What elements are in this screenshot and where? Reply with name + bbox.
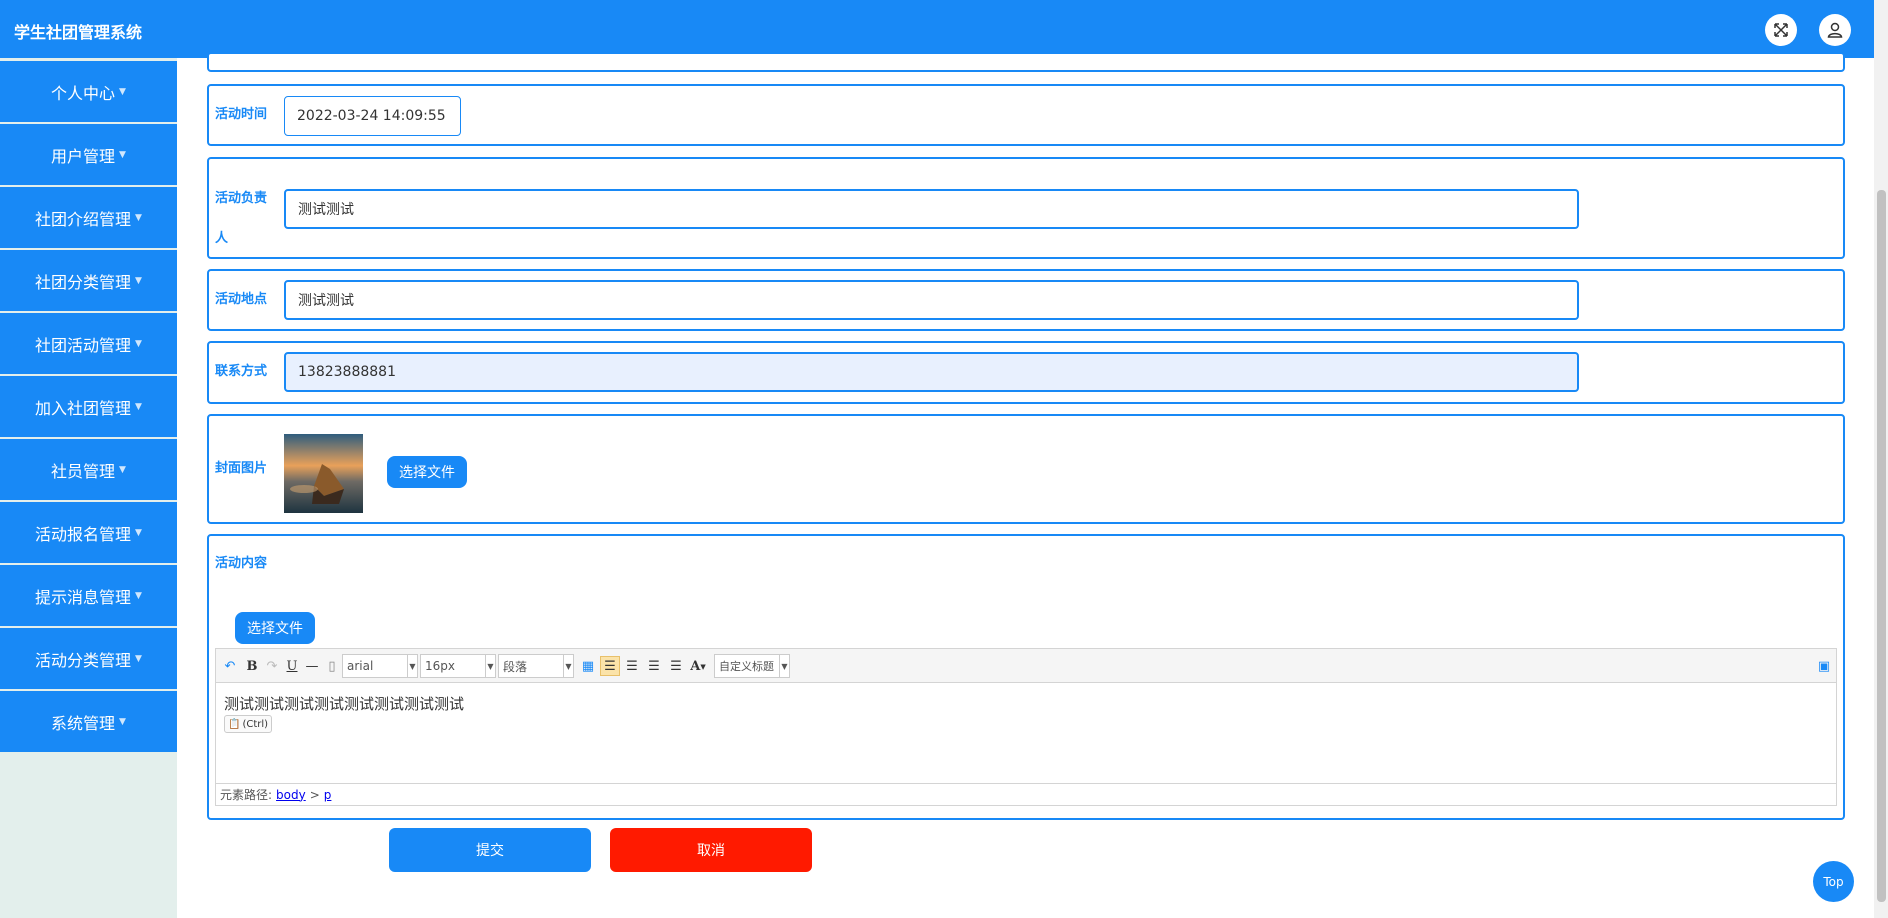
- chevron-down-icon: ▼: [485, 655, 495, 677]
- table-icon[interactable]: ▦: [578, 656, 598, 676]
- form-row-contact: 联系方式 13823888881: [207, 341, 1845, 404]
- sidebar-item-activity-signup[interactable]: 活动报名管理 ▼: [0, 502, 177, 563]
- sidebar: 个人中心 ▼ 用户管理 ▼ 社团介绍管理 ▼ 社团分类管理 ▼ 社团活动管理 ▼ 加入社团…: [0, 58, 177, 918]
- horizontal-rule-icon[interactable]: —: [302, 656, 322, 676]
- preview-icon[interactable]: ▣: [1814, 656, 1834, 676]
- chevron-down-icon: ▼: [407, 655, 417, 677]
- caret-down-icon: ▼: [135, 275, 142, 286]
- rich-text-editor: ↶ B ↷ U — ▯ arial ▼ 16px ▼ 段落 ▼ ▦ ☰ ☰ ☰ ☰ A…: [215, 648, 1837, 806]
- caret-down-icon: ▼: [119, 464, 126, 475]
- editor-toolbar: ↶ B ↷ U — ▯ arial ▼ 16px ▼ 段落 ▼ ▦ ☰ ☰ ☰ ☰ A…: [216, 649, 1836, 683]
- location-input[interactable]: 测试测试: [284, 280, 1579, 320]
- activity-time-label: 活动时间: [215, 107, 268, 122]
- sidebar-item-members[interactable]: 社员管理 ▼: [0, 439, 177, 500]
- paste-options[interactable]: 📋 (Ctrl): [224, 715, 273, 733]
- caret-down-icon: ▼: [119, 716, 126, 727]
- custom-heading-select[interactable]: 自定义标题 ▼: [714, 654, 790, 678]
- font-color-icon[interactable]: A ▼: [688, 656, 708, 676]
- sidebar-item-club-category[interactable]: 社团分类管理 ▼: [0, 250, 177, 311]
- caret-down-icon: ▼: [135, 653, 142, 664]
- paragraph-select[interactable]: 段落 ▼: [498, 654, 574, 678]
- caret-down-icon: ▼: [119, 149, 126, 160]
- main-content: 活动时间 2022-03-24 14:09:55 活动负责人 测试测试 活动地点…: [177, 52, 1874, 918]
- cover-choose-file-button[interactable]: 选择文件: [387, 456, 467, 488]
- scrollbar-thumb[interactable]: [1877, 190, 1886, 902]
- redo-icon[interactable]: ↷: [262, 656, 282, 676]
- form-row-activity-time: 活动时间 2022-03-24 14:09:55: [207, 84, 1845, 146]
- path-p-link[interactable]: p: [324, 788, 332, 802]
- sidebar-item-personal-center[interactable]: 个人中心 ▼: [0, 61, 177, 122]
- form-row-location: 活动地点 测试测试: [207, 269, 1845, 331]
- editor-body-text[interactable]: 测试测试测试测试测试测试测试测试: [224, 693, 464, 714]
- undo-icon[interactable]: ↶: [220, 656, 240, 676]
- caret-down-icon: ▼: [135, 527, 142, 538]
- back-to-top-button[interactable]: Top: [1813, 861, 1854, 902]
- cover-image: [284, 434, 363, 513]
- align-justify-icon[interactable]: ☰: [666, 656, 686, 676]
- cover-label: 封面图片: [215, 461, 268, 476]
- contact-input[interactable]: 13823888881: [284, 352, 1579, 392]
- sidebar-item-user-management[interactable]: 用户管理 ▼: [0, 124, 177, 185]
- sidebar-item-notifications[interactable]: 提示消息管理 ▼: [0, 565, 177, 626]
- content-label: 活动内容: [215, 556, 268, 571]
- align-left-icon[interactable]: ☰: [600, 656, 620, 676]
- font-size-select[interactable]: 16px ▼: [420, 654, 496, 678]
- form-row-leader: 活动负责人 测试测试: [207, 157, 1845, 259]
- sidebar-item-club-activity[interactable]: 社团活动管理 ▼: [0, 313, 177, 374]
- form-row-cover: 封面图片 选择文件: [207, 414, 1845, 524]
- page-icon[interactable]: ▯: [322, 656, 342, 676]
- sidebar-item-club-intro[interactable]: 社团介绍管理 ▼: [0, 187, 177, 248]
- chevron-down-icon: ▼: [779, 655, 789, 677]
- user-icon[interactable]: [1819, 14, 1851, 46]
- caret-down-icon: ▼: [135, 401, 142, 412]
- form-row-content: 活动内容 选择文件 ↶ B ↷ U — ▯ arial ▼ 16px ▼ 段落 ▼ ▦…: [207, 534, 1845, 820]
- caret-down-icon: ▼: [135, 338, 142, 349]
- align-center-icon[interactable]: ☰: [644, 656, 664, 676]
- caret-down-icon: ▼: [135, 212, 142, 223]
- leader-label: 活动负责人: [215, 191, 268, 246]
- align-right-icon[interactable]: ☰: [622, 656, 642, 676]
- caret-down-icon: ▼: [135, 590, 142, 601]
- underline-icon[interactable]: U: [282, 656, 302, 676]
- submit-button[interactable]: 提交: [389, 828, 591, 872]
- form-card-partial: [207, 52, 1845, 72]
- activity-time-input[interactable]: 2022-03-24 14:09:55: [284, 96, 461, 136]
- element-path-bar: 元素路径: body > p: [216, 783, 1836, 805]
- location-label: 活动地点: [215, 292, 268, 307]
- sidebar-item-system[interactable]: 系统管理 ▼: [0, 691, 177, 752]
- sidebar-item-join-club[interactable]: 加入社团管理 ▼: [0, 376, 177, 437]
- chevron-down-icon: ▼: [563, 655, 573, 677]
- caret-down-icon: ▼: [119, 86, 126, 97]
- fullscreen-icon[interactable]: [1765, 14, 1797, 46]
- contact-label: 联系方式: [215, 364, 268, 379]
- leader-input[interactable]: 测试测试: [284, 189, 1579, 229]
- app-title: 学生社团管理系统: [14, 23, 143, 42]
- font-family-select[interactable]: arial ▼: [342, 654, 418, 678]
- top-header: 学生社团管理系统: [0, 0, 1874, 58]
- bold-icon[interactable]: B: [242, 656, 262, 676]
- clipboard-icon: 📋: [228, 718, 241, 730]
- content-choose-file-button[interactable]: 选择文件: [235, 612, 315, 644]
- cancel-button[interactable]: 取消: [610, 828, 812, 872]
- path-body-link[interactable]: body: [276, 788, 306, 802]
- sidebar-item-activity-category[interactable]: 活动分类管理 ▼: [0, 628, 177, 689]
